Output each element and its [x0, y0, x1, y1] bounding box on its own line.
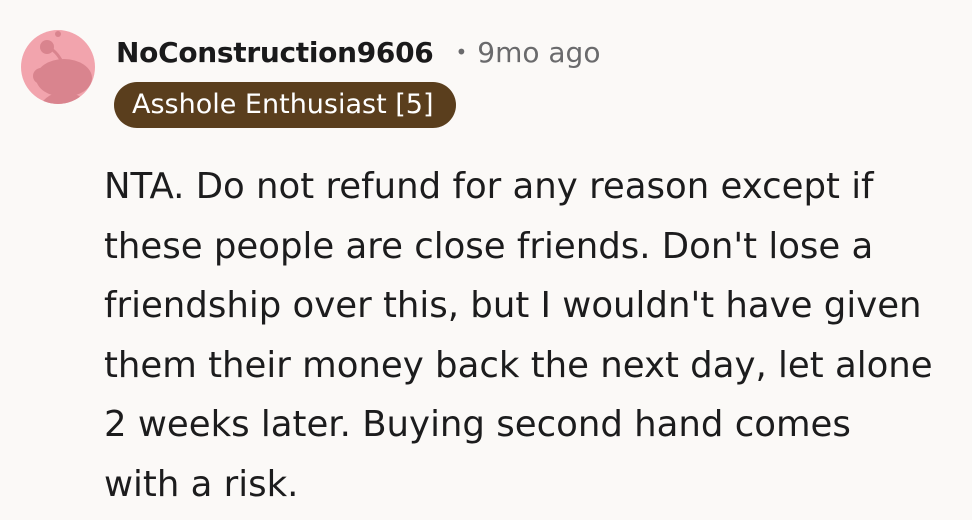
- comment-body-line: with a risk.: [104, 463, 299, 505]
- avatar[interactable]: [20, 20, 96, 114]
- snoo-avatar-icon: [21, 30, 95, 104]
- comment-body-line: these people are close friends. Don't lo…: [104, 225, 874, 267]
- meta-separator: •: [455, 40, 468, 64]
- comment-body-line: them their money back the next day, let …: [104, 344, 933, 386]
- comment-body-line: friendship over this, but I wouldn't hav…: [104, 285, 922, 326]
- timestamp-link[interactable]: 9mo ago: [477, 36, 600, 69]
- user-flair-badge: Asshole Enthusiast [5]: [114, 82, 456, 128]
- comment: NoConstruction9606 • 9mo ago Asshole Ent…: [0, 0, 972, 520]
- comment-body-line: NTA. Do not refund for any reason except…: [104, 166, 874, 207]
- comment-body-line: 2 weeks later. Buying second hand comes: [104, 404, 851, 445]
- username-link[interactable]: NoConstruction9606: [116, 36, 434, 69]
- comment-meta: NoConstruction9606 • 9mo ago: [116, 30, 600, 74]
- comment-body: NTA. Do not refund for any reason except…: [104, 157, 960, 514]
